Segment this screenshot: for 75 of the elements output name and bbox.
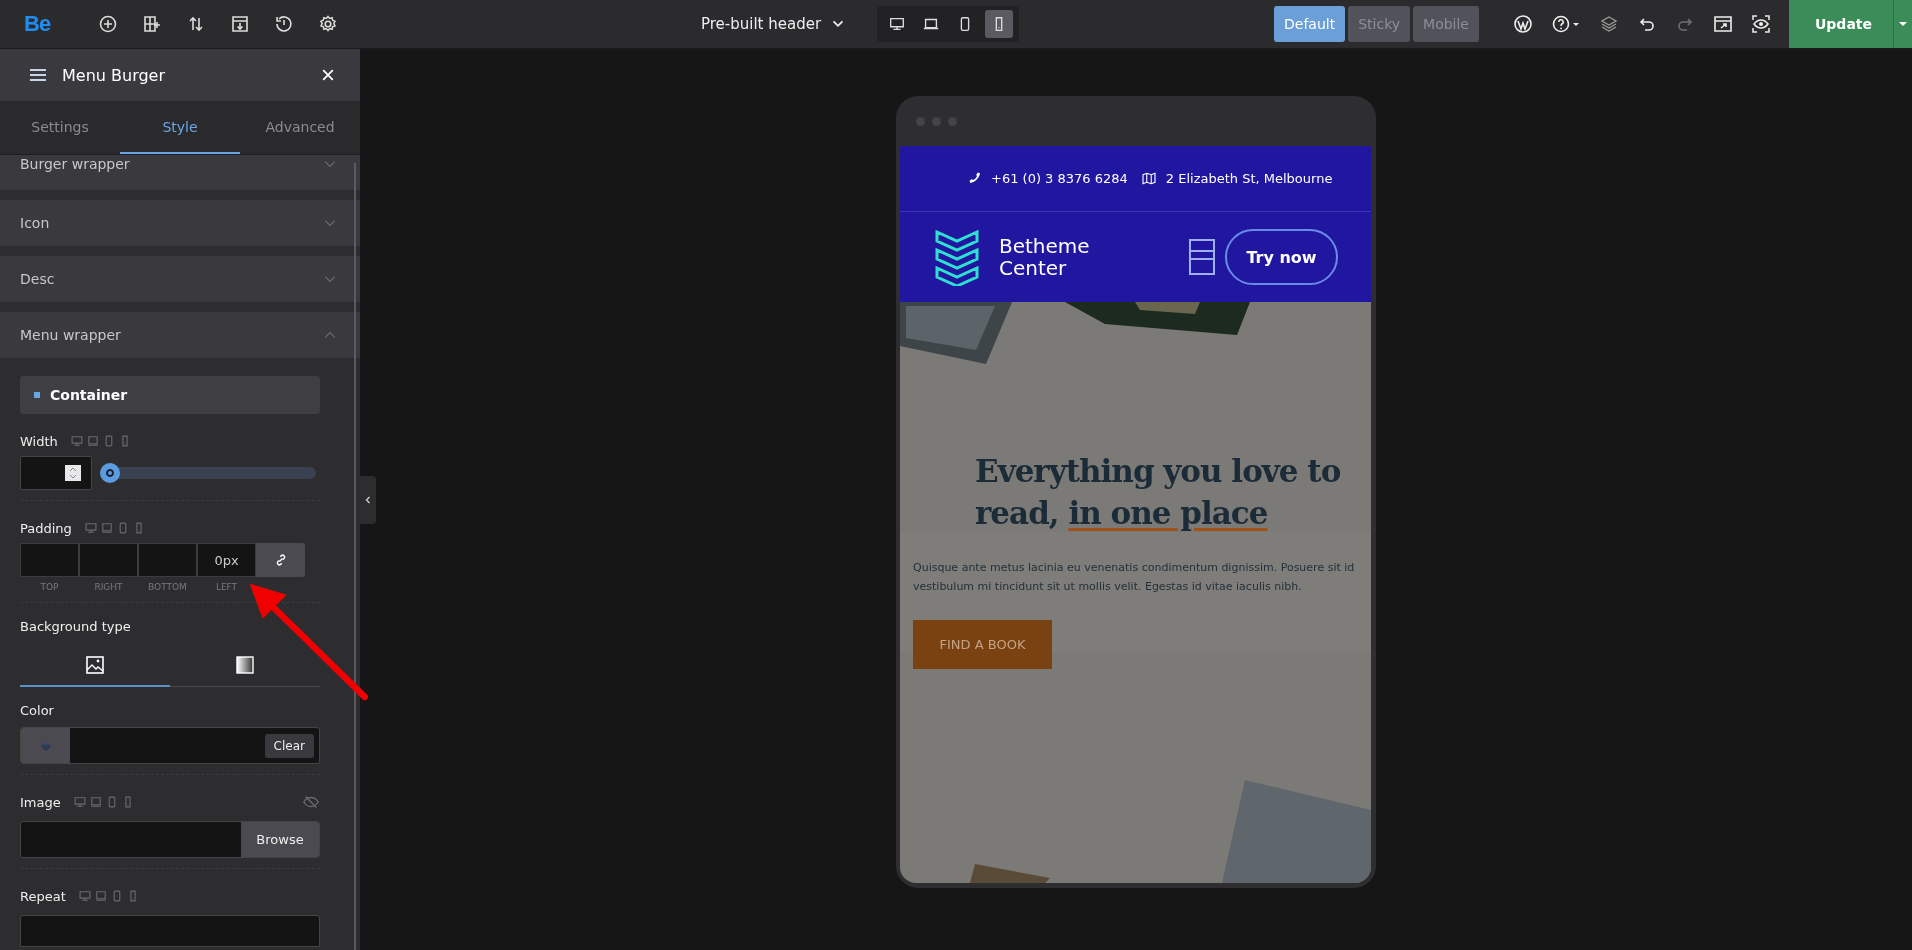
settings-icon[interactable] [318,14,339,34]
gradient-icon [235,655,255,675]
find-book-button[interactable]: FIND A BOOK [913,620,1052,669]
link-button[interactable] [256,543,305,577]
panel-title: Menu Burger [62,65,165,85]
padding-input[interactable] [79,543,138,577]
collapse-handle[interactable] [360,476,376,524]
mobile-view-button[interactable] [985,10,1014,38]
headline: Everything you love to read, in one place [975,452,1342,533]
desktop-icon[interactable] [69,434,84,448]
image-field[interactable]: Browse [20,821,320,858]
chevron-stack-logo[interactable] [935,228,979,286]
panel-tab[interactable]: Advanced [240,101,360,154]
window-dot [916,116,925,126]
brand-name[interactable]: Betheme Center [999,235,1109,279]
number-field[interactable] [20,456,92,490]
download-icon[interactable] [230,14,251,34]
laptop-icon[interactable] [88,795,103,809]
clear-button[interactable]: Clear [264,733,314,758]
side-label: LEFT [215,582,238,592]
update-button[interactable]: Update [1789,0,1912,48]
menu-icon[interactable] [1189,239,1215,275]
layout-add-icon[interactable] [142,14,163,34]
eye-icon[interactable] [1751,14,1771,34]
padding-input[interactable] [20,543,79,577]
desktop-icon[interactable] [77,889,92,903]
window-dot [948,116,957,126]
accordion-header[interactable]: Burger wrapper [0,155,360,190]
field-label: Background type [20,617,132,636]
field-label: Width [20,433,58,449]
accordion-header[interactable]: Icon [0,200,360,246]
layers-icon[interactable] [1599,14,1619,34]
group-header[interactable]: Container [20,376,320,414]
window-dot [932,116,941,126]
address: 2 Elizabeth St, Melbourne [1165,171,1333,186]
color-field[interactable]: Clear [20,727,320,764]
try-now-button[interactable]: Try now [1225,229,1338,285]
laptop-icon[interactable] [85,434,100,448]
desktop-icon [888,15,907,33]
side-label: RIGHT [94,582,123,592]
laptop-icon[interactable] [99,521,114,535]
logo[interactable]: Be [24,11,51,37]
side-label: TOP [40,582,59,592]
padding-input[interactable]: 0px [197,543,256,577]
desktop-icon[interactable] [83,521,98,535]
chevron-left-icon [363,495,373,505]
image-icon [85,655,105,675]
preview-window-icon[interactable] [1713,14,1733,34]
history-icon[interactable] [274,14,295,34]
header-dropdown[interactable]: Pre-built header [701,15,848,33]
caret-icon[interactable] [1898,19,1908,29]
slider-thumb[interactable] [100,463,120,483]
phone-icon [968,171,983,186]
spinner-icon[interactable] [65,465,81,481]
paragraph: Quisque ante metus lacinia eu venenatis condimentum dignissim. Posuere sit id vestibulum mi tincidunt sit ut mollis velit. Egestas id vitae iaculis nibh. [913,560,1356,595]
side-label: BOTTOM [148,582,187,592]
bullet-icon [34,392,40,398]
map-icon [1139,171,1158,186]
padding-input[interactable] [138,543,197,577]
desktop-icon[interactable] [72,795,87,809]
add-icon[interactable] [98,14,119,34]
close-icon[interactable] [320,67,336,83]
field-label: Repeat [20,888,66,904]
accordion-header[interactable]: Desc [0,256,360,302]
browse-button[interactable]: Browse [241,822,319,857]
panel-tab[interactable]: Settings [0,101,120,154]
group-label: Container [50,387,128,403]
help-icon[interactable] [1551,14,1581,34]
accordion-header[interactable]: Menu wrapper [0,312,360,358]
field-label: Padding [20,520,72,536]
phone-number: +61 (0) 3 8376 6284 [991,171,1128,186]
laptop-icon[interactable] [93,889,108,903]
field-label: Image [20,794,61,810]
wordpress-icon[interactable] [1513,14,1533,34]
field-label: Color [20,701,55,720]
